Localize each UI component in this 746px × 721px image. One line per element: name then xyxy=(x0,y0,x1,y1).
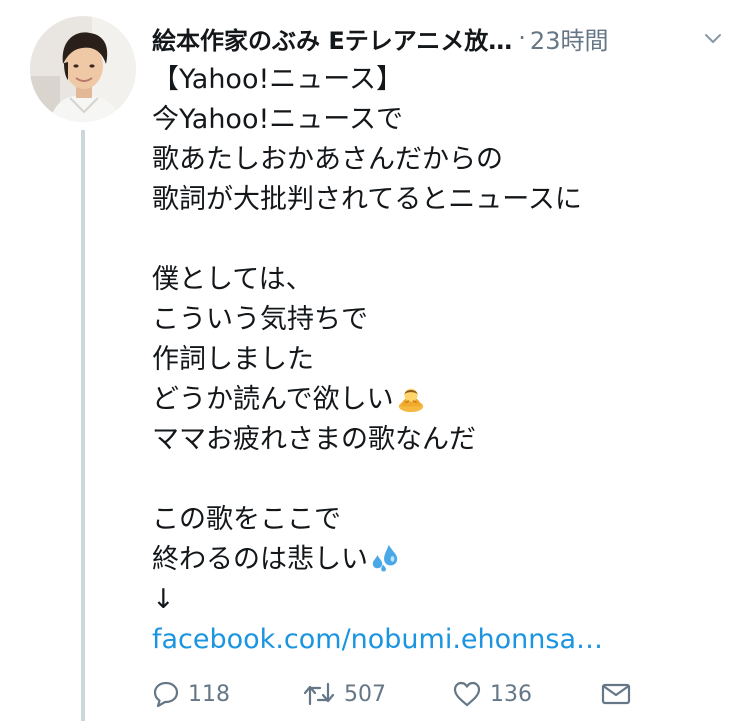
avatar[interactable] xyxy=(30,16,136,122)
tweet-line-text: 終わるのは悲しい xyxy=(152,544,368,575)
author-name[interactable]: 絵本作家のぶみ Eテレアニメ放… xyxy=(152,21,512,56)
tweet-line: 今Yahoo!ニュースで xyxy=(152,104,403,135)
tweet-line-arrow: ↓ xyxy=(152,584,175,615)
tweet-line-with-emoji: 終わるのは悲しい xyxy=(152,540,732,580)
thread-line xyxy=(81,130,85,721)
reply-count: 118 xyxy=(188,681,230,707)
envelope-icon xyxy=(601,683,631,705)
retweet-count: 507 xyxy=(344,681,386,707)
direct-message-button[interactable] xyxy=(600,672,632,716)
tweet-line: 作詞しました xyxy=(152,344,314,375)
timestamp[interactable]: 23時間 xyxy=(530,21,609,56)
chevron-down-icon[interactable] xyxy=(701,26,725,50)
retweet-icon xyxy=(303,682,335,706)
reply-button[interactable]: 118 xyxy=(152,672,230,716)
tweet-link[interactable]: facebook.com/nobumi.ehonnsa… xyxy=(152,620,732,660)
tweet-actions: 118 507 136 xyxy=(152,672,642,716)
tweet-line: 僕としては、 xyxy=(152,264,313,295)
header-separator: · xyxy=(518,24,526,52)
person-bowing-icon xyxy=(398,388,423,412)
like-button[interactable]: 136 xyxy=(452,672,532,716)
tweet-text: 【Yahoo!ニュース】 今Yahoo!ニュースで 歌あたしおかあさんだからの … xyxy=(152,60,732,660)
like-count: 136 xyxy=(490,681,532,707)
reply-icon xyxy=(153,681,179,708)
tweet-line: ママお疲れさまの歌なんだ xyxy=(152,424,476,455)
tweet-line-with-emoji: どうか読んで欲しい xyxy=(152,380,732,420)
tweet-line: こういう気持ちで xyxy=(152,304,368,335)
tweet-line: 歌詞が大批判されてるとニュースに xyxy=(152,184,582,215)
tweet-line: この歌をここで xyxy=(152,504,341,535)
tweet-line-text: どうか読んで欲しい xyxy=(152,384,394,415)
sweat-droplets-icon xyxy=(372,544,398,572)
retweet-button[interactable]: 507 xyxy=(302,672,386,716)
tweet-line: 歌あたしおかあさんだからの xyxy=(152,144,503,175)
tweet-line: 【Yahoo!ニュース】 xyxy=(152,64,403,95)
tweet-header: 絵本作家のぶみ Eテレアニメ放… · 23時間 xyxy=(152,18,727,58)
avatar-photo xyxy=(30,16,136,122)
heart-icon xyxy=(453,681,481,707)
